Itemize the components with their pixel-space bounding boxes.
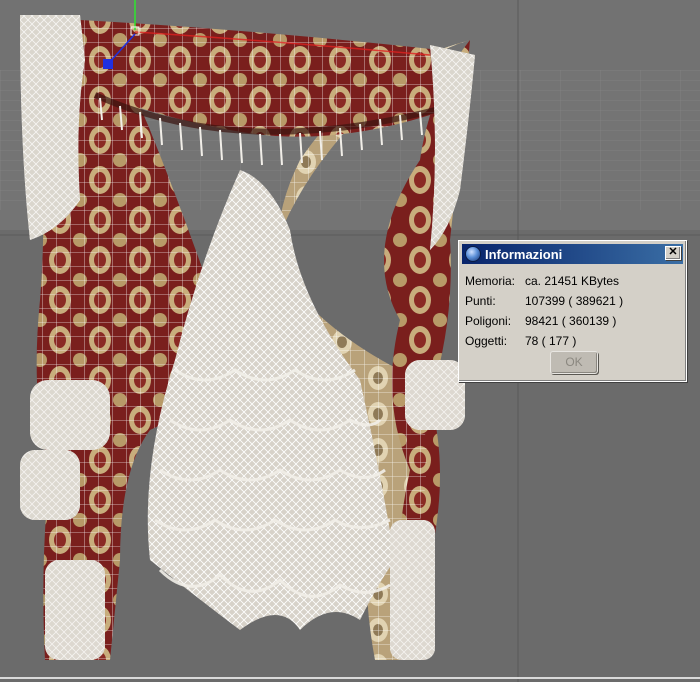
row-value: 107399 ( 389621 ) <box>525 294 624 308</box>
info-row-polygons: Poligoni: 98421 ( 360139 ) <box>465 311 680 331</box>
info-row-objects: Oggetti: 78 ( 177 ) <box>465 331 680 351</box>
info-row-points: Punti: 107399 ( 389621 ) <box>465 291 680 311</box>
close-icon: ✕ <box>668 246 678 258</box>
row-value: 98421 ( 360139 ) <box>525 314 617 328</box>
info-dialog: Informazioni ✕ Memoria: ca. 21451 KBytes… <box>458 240 687 382</box>
row-value: ca. 21451 KBytes <box>525 274 620 288</box>
row-value: 78 ( 177 ) <box>525 334 577 348</box>
close-button[interactable]: ✕ <box>665 246 681 260</box>
info-row-memory: Memoria: ca. 21451 KBytes <box>465 271 680 291</box>
dialog-titlebar[interactable]: Informazioni ✕ <box>462 244 683 264</box>
row-label: Oggetti: <box>465 334 508 348</box>
row-label: Memoria: <box>465 274 516 288</box>
ok-button[interactable]: OK <box>550 351 598 374</box>
row-label: Punti: <box>465 294 496 308</box>
dialog-title: Informazioni <box>485 246 563 262</box>
info-sphere-icon <box>465 246 481 262</box>
info-rows: Memoria: ca. 21451 KBytes Punti: 107399 … <box>465 271 680 351</box>
row-label: Poligoni: <box>465 314 512 328</box>
